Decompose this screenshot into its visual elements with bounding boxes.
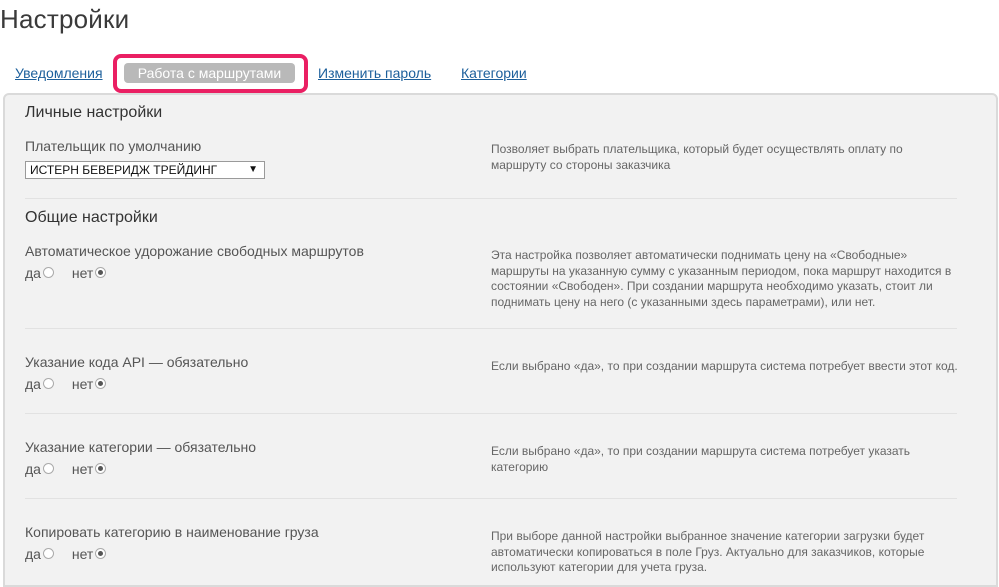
setting-desc-api-code: Если выбрано «да», то при создании маршр… xyxy=(491,359,958,373)
radio-group-copy-category: да нет xyxy=(25,546,107,562)
payer-select-value: ИСТЕРН БЕВЕРИДЖ ТРЕЙДИНГ xyxy=(30,163,218,177)
setting-label-auto-price-increase: Автоматическое удорожание свободных марш… xyxy=(25,243,364,259)
radio-no[interactable] xyxy=(95,267,107,278)
tab-bar: Уведомления Работа с маршрутами Изменить… xyxy=(0,54,999,94)
radio-yes[interactable] xyxy=(42,378,54,389)
payer-select[interactable]: ИСТЕРН БЕВЕРИДЖ ТРЕЙДИНГ ▼ xyxy=(25,161,265,179)
tab-change-password[interactable]: Изменить пароль xyxy=(318,65,431,81)
radio-no-label: нет xyxy=(71,546,94,562)
radio-yes[interactable] xyxy=(42,267,54,278)
tab-routes-highlight: Работа с маршрутами xyxy=(113,54,308,93)
payer-label: Плательщик по умолчанию xyxy=(25,138,202,154)
settings-panel: Личные настройки Плательщик по умолчанию… xyxy=(3,93,998,587)
radio-no[interactable] xyxy=(95,378,107,389)
radio-group-category-required: да нет xyxy=(25,461,107,477)
payer-description: Позволяет выбрать плательщика, который б… xyxy=(491,142,903,172)
divider xyxy=(25,413,957,414)
setting-label-api-code: Указание кода API — обязательно xyxy=(25,354,249,370)
general-settings-title: Общие настройки xyxy=(25,209,158,226)
setting-desc-category-required: Если выбрано «да», то при создании маршр… xyxy=(491,444,911,474)
radio-no-label: нет xyxy=(71,265,94,281)
setting-desc-auto-price-increase: Эта настройка позволяет автоматически по… xyxy=(491,248,952,309)
tab-notifications[interactable]: Уведомления xyxy=(15,65,103,81)
setting-label-category-required: Указание категории — обязательно xyxy=(25,439,257,455)
tab-routes[interactable]: Работа с маршрутами xyxy=(124,63,295,83)
radio-no-label: нет xyxy=(71,376,94,392)
setting-desc-copy-category: При выборе данной настройки выбранное зн… xyxy=(491,529,925,574)
divider xyxy=(25,198,957,199)
radio-yes[interactable] xyxy=(42,463,54,474)
radio-no-label: нет xyxy=(71,461,94,477)
radio-yes-label: да xyxy=(25,461,41,477)
setting-label-copy-category: Копировать категорию в наименование груз… xyxy=(25,524,319,540)
radio-yes[interactable] xyxy=(42,548,54,559)
radio-group-auto-price-increase: да нет xyxy=(25,265,107,281)
radio-no[interactable] xyxy=(95,548,107,559)
personal-settings-title: Личные настройки xyxy=(25,104,163,121)
divider xyxy=(25,328,957,329)
radio-no[interactable] xyxy=(95,463,107,474)
chevron-down-icon: ▼ xyxy=(248,164,258,175)
radio-group-api-code: да нет xyxy=(25,376,107,392)
radio-yes-label: да xyxy=(25,546,41,562)
radio-yes-label: да xyxy=(25,376,41,392)
tab-categories[interactable]: Категории xyxy=(461,65,527,81)
radio-yes-label: да xyxy=(25,265,41,281)
page-title: Настройки xyxy=(0,4,130,34)
divider xyxy=(25,498,957,499)
